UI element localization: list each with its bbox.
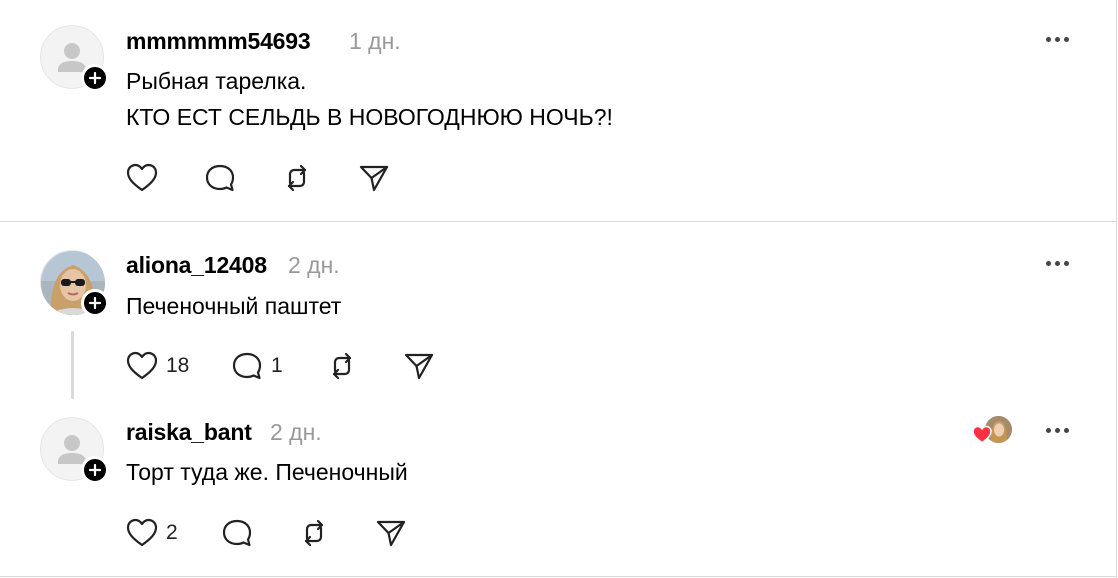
comment-icon <box>205 164 235 192</box>
heart-icon <box>126 351 158 380</box>
thread-line <box>71 331 74 399</box>
more-options-button[interactable] <box>1046 261 1069 266</box>
feed-right-border <box>1116 0 1117 578</box>
username[interactable]: aliona_12408 <box>126 252 267 279</box>
follow-button[interactable] <box>81 456 109 484</box>
timestamp[interactable]: 2 дн. <box>288 252 340 279</box>
send-icon <box>404 353 434 380</box>
more-options-button[interactable] <box>1046 37 1069 42</box>
reply-count: 1 <box>271 354 283 377</box>
heart-icon <box>126 518 158 547</box>
username[interactable]: raiska_bant <box>126 419 252 446</box>
repost-icon <box>287 164 307 192</box>
post-divider <box>0 221 1116 222</box>
more-icon <box>1046 428 1051 433</box>
comment-icon <box>222 519 252 547</box>
like-count: 18 <box>166 354 190 377</box>
follow-button[interactable] <box>81 64 109 92</box>
more-icon <box>1046 37 1051 42</box>
post-text-line-2: КТО ЕСТ СЕЛЬДЬ В НОВОГОДНЮЮ НОЧЬ?! <box>126 104 613 130</box>
avatar[interactable] <box>40 417 109 484</box>
more-options-button[interactable] <box>1046 428 1069 433</box>
like-button[interactable]: 2 <box>126 518 178 548</box>
reply-button[interactable] <box>204 163 236 193</box>
like-button[interactable] <box>126 163 158 193</box>
plus-icon <box>88 463 102 477</box>
reply-button[interactable]: 1 <box>231 351 283 381</box>
post-text-line-1: Рыбная тарелка. <box>126 68 307 94</box>
feed-bottom-border <box>0 576 1116 577</box>
repost-button[interactable] <box>298 518 330 548</box>
like-count: 2 <box>166 521 178 544</box>
timestamp[interactable]: 1 дн. <box>349 28 401 55</box>
repost-icon <box>332 352 352 380</box>
avatar[interactable] <box>40 25 109 92</box>
heart-icon <box>126 163 158 192</box>
share-button[interactable] <box>358 163 390 193</box>
post-text-line-1: Торт туда же. Печеночный <box>126 459 408 485</box>
repost-icon <box>304 519 324 547</box>
share-button[interactable] <box>375 518 407 548</box>
liked-by-author-indicator[interactable] <box>972 414 1014 446</box>
repost-button[interactable] <box>281 163 313 193</box>
send-icon <box>359 165 389 192</box>
follow-button[interactable] <box>81 289 109 317</box>
red-heart-icon <box>972 425 992 444</box>
timestamp[interactable]: 2 дн. <box>270 419 322 446</box>
plus-icon <box>88 296 102 310</box>
more-icon <box>1046 261 1051 266</box>
plus-icon <box>88 71 102 85</box>
share-button[interactable] <box>403 351 435 381</box>
comment-icon <box>232 352 262 380</box>
username[interactable]: mmmmmm54693 <box>126 28 311 55</box>
reply-button[interactable] <box>221 518 253 548</box>
avatar[interactable] <box>40 250 109 317</box>
like-button[interactable]: 18 <box>126 351 189 381</box>
send-icon <box>376 520 406 547</box>
post-text-line-1: Печеночный паштет <box>126 293 342 319</box>
repost-button[interactable] <box>326 351 358 381</box>
